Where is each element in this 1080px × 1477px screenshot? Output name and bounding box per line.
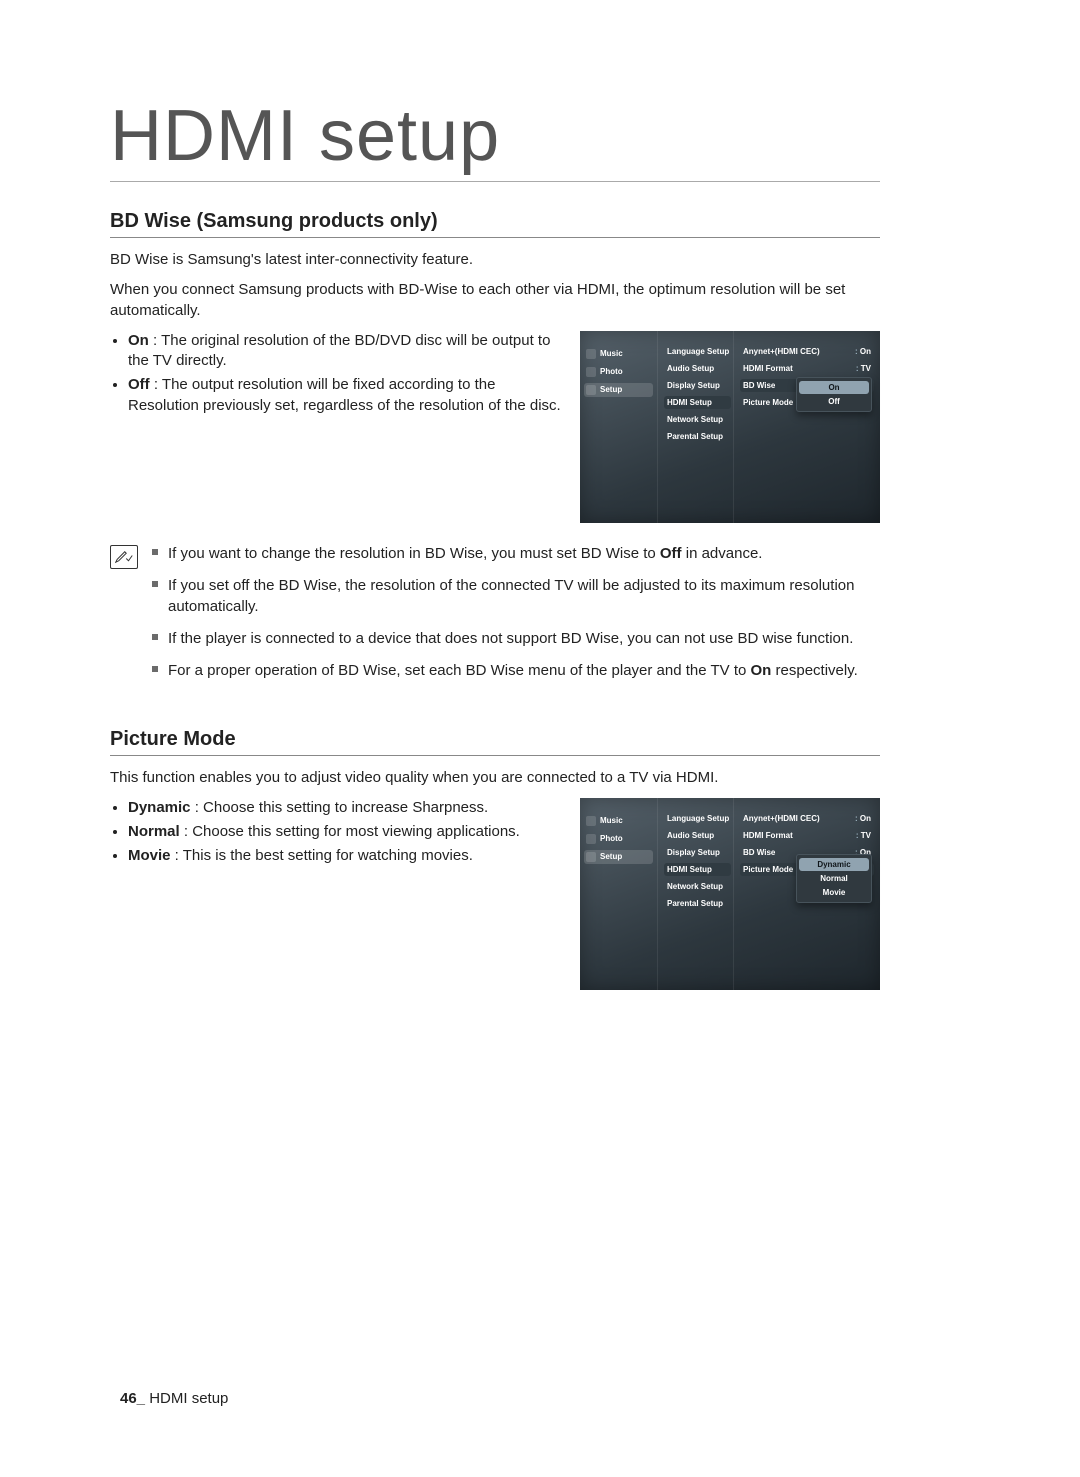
osd-mid-menu: Language Setup Audio Setup Display Setup… bbox=[658, 331, 734, 523]
picture-normal: Normal : Choose this setting for most vi… bbox=[128, 822, 568, 842]
page-title: HDMI setup bbox=[110, 95, 880, 182]
osd-nav-photo: Photo bbox=[584, 365, 653, 379]
osd-mid-network: Network Setup bbox=[664, 413, 731, 426]
osd2-r-anynet: Anynet+(HDMI CEC)On bbox=[740, 812, 874, 825]
note-1: If you want to change the resolution in … bbox=[168, 543, 880, 565]
osd-picturemode: Music Photo Setup Language Setup Audio S… bbox=[580, 798, 880, 990]
bdwise-row: On : The original resolution of the BD/D… bbox=[110, 331, 880, 523]
osd2-mid-parental: Parental Setup bbox=[664, 897, 731, 910]
osd-mid-parental: Parental Setup bbox=[664, 430, 731, 443]
osd2-opt-normal: Normal bbox=[799, 872, 869, 885]
bdwise-intro-1: BD Wise is Samsung's latest inter-connec… bbox=[110, 250, 880, 270]
osd2-opt-dynamic: Dynamic bbox=[799, 858, 869, 871]
note-2: If you set off the BD Wise, the resoluti… bbox=[168, 575, 880, 619]
picture-dynamic: Dynamic : Choose this setting to increas… bbox=[128, 798, 568, 818]
music-icon bbox=[586, 816, 596, 826]
osd2-mid-audio: Audio Setup bbox=[664, 829, 731, 842]
photo-icon bbox=[586, 834, 596, 844]
picture-movie: Movie : This is the best setting for wat… bbox=[128, 846, 568, 866]
osd-r-anynet: Anynet+(HDMI CEC)On bbox=[740, 345, 874, 358]
osd2-mid-language: Language Setup bbox=[664, 812, 731, 825]
page-footer: 46_ HDMI setup bbox=[120, 1390, 228, 1407]
picturemode-row: Dynamic : Choose this setting to increas… bbox=[110, 798, 880, 990]
manual-page: HDMI setup BD Wise (Samsung products onl… bbox=[0, 0, 1080, 1477]
osd-mid-audio: Audio Setup bbox=[664, 362, 731, 375]
pencil-check-icon bbox=[115, 550, 133, 564]
heading-bdwise: BD Wise (Samsung products only) bbox=[110, 210, 880, 238]
osd2-opt-movie: Movie bbox=[799, 886, 869, 899]
osd-nav-music: Music bbox=[584, 347, 653, 361]
bdwise-bullet-on: On : The original resolution of the BD/D… bbox=[128, 331, 568, 372]
bdwise-bullets: On : The original resolution of the BD/D… bbox=[110, 331, 568, 416]
osd-dropdown-bdwise: On Off bbox=[796, 377, 872, 412]
note-block-bdwise: If you want to change the resolution in … bbox=[110, 543, 880, 692]
picture-intro: This function enables you to adjust vide… bbox=[110, 768, 880, 788]
bdwise-bullet-off: Off : The output resolution will be fixe… bbox=[128, 375, 568, 416]
osd-mid-hdmi: HDMI Setup bbox=[664, 396, 731, 409]
osd-left-nav-2: Music Photo Setup bbox=[580, 798, 658, 990]
osd-left-nav: Music Photo Setup bbox=[580, 331, 658, 523]
osd2-mid-display: Display Setup bbox=[664, 846, 731, 859]
note-4: For a proper operation of BD Wise, set e… bbox=[168, 660, 880, 682]
osd-bdwise: Music Photo Setup Language Setup Audio S… bbox=[580, 331, 880, 523]
gear-icon bbox=[586, 385, 596, 395]
osd-r-hdmifmt: HDMI FormatTV bbox=[740, 362, 874, 375]
note-3: If the player is connected to a device t… bbox=[168, 628, 880, 650]
photo-icon bbox=[586, 367, 596, 377]
osd2-mid-hdmi: HDMI Setup bbox=[664, 863, 731, 876]
osd2-nav-photo: Photo bbox=[584, 832, 653, 846]
osd-opt-on: On bbox=[799, 381, 869, 394]
page-number: 46_ bbox=[120, 1390, 145, 1407]
osd-mid-language: Language Setup bbox=[664, 345, 731, 358]
footer-section-name: HDMI setup bbox=[149, 1390, 228, 1407]
bdwise-intro-2: When you connect Samsung products with B… bbox=[110, 280, 880, 321]
note-icon bbox=[110, 545, 138, 569]
music-icon bbox=[586, 349, 596, 359]
osd2-r-hdmifmt: HDMI FormatTV bbox=[740, 829, 874, 842]
osd-mid-display: Display Setup bbox=[664, 379, 731, 392]
osd-nav-setup: Setup bbox=[584, 383, 653, 397]
osd2-right: Anynet+(HDMI CEC)On HDMI FormatTV BD Wis… bbox=[734, 798, 880, 990]
picture-bullets: Dynamic : Choose this setting to increas… bbox=[110, 798, 568, 867]
gear-icon bbox=[586, 852, 596, 862]
osd2-mid-menu: Language Setup Audio Setup Display Setup… bbox=[658, 798, 734, 990]
osd2-dropdown-picture: Dynamic Normal Movie bbox=[796, 854, 872, 903]
note-list: If you want to change the resolution in … bbox=[150, 543, 880, 692]
heading-picturemode: Picture Mode bbox=[110, 728, 880, 756]
osd-right-bdwise: Anynet+(HDMI CEC)On HDMI FormatTV BD Wis… bbox=[734, 331, 880, 523]
osd2-mid-network: Network Setup bbox=[664, 880, 731, 893]
osd2-nav-music: Music bbox=[584, 814, 653, 828]
osd2-nav-setup: Setup bbox=[584, 850, 653, 864]
osd-opt-off: Off bbox=[799, 395, 869, 408]
